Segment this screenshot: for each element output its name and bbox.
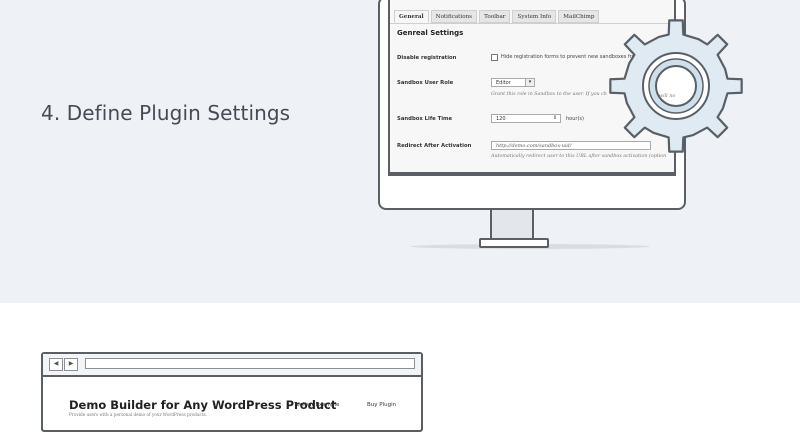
partial-hint-tail: will no <box>659 94 676 99</box>
sandbox-user-role-label: Sandbox User Role <box>397 80 454 86</box>
back-button[interactable]: ◀ <box>49 358 63 371</box>
nav-link-buy-plugin[interactable]: Buy Plugin <box>367 402 396 408</box>
settings-tabs: General Notifications Toolbar System Inf… <box>394 10 600 23</box>
sandbox-life-time-input[interactable]: 120 ⇕ <box>491 114 561 123</box>
tab-toolbar[interactable]: Toolbar <box>479 10 511 23</box>
monitor-neck <box>490 210 534 240</box>
tab-system-info[interactable]: System Info <box>512 10 557 23</box>
gear-icon <box>609 19 743 153</box>
tab-notifications[interactable]: Notifications <box>430 10 478 23</box>
sandbox-life-time-value: 120 <box>496 116 506 122</box>
chevron-down-icon: ▾ <box>525 79 534 86</box>
nav-link-toolbar-example[interactable]: Toolbar Example <box>294 402 339 408</box>
sandbox-life-time-unit: hour(s) <box>566 116 584 122</box>
tab-general[interactable]: General <box>394 10 429 23</box>
sandbox-life-time-label: Sandbox Life Time <box>397 116 453 122</box>
browser-window: ◀ ▶ Demo Builder for Any WordPress Produ… <box>41 352 423 432</box>
monitor-base <box>479 238 549 248</box>
disable-registration-label: Disable registration <box>397 55 457 61</box>
sandbox-user-role-select[interactable]: Editor ▾ <box>491 78 535 87</box>
sandbox-user-role-hint: Grant this role in Sandbox to the user. … <box>491 92 607 97</box>
forward-button[interactable]: ▶ <box>64 358 78 371</box>
tab-mailchimp[interactable]: MailChimp <box>558 10 600 23</box>
sandbox-user-role-value: Editor <box>496 80 511 86</box>
step-heading: 4. Define Plugin Settings <box>41 101 291 125</box>
section-title: Genreal Settings <box>397 29 464 37</box>
redirect-after-activation-label: Redirect After Activation <box>397 143 472 149</box>
spinner-icon[interactable]: ⇕ <box>553 116 559 121</box>
browser-toolbar: ◀ ▶ <box>43 354 421 377</box>
address-bar[interactable] <box>85 358 415 369</box>
disable-registration-checkbox[interactable] <box>491 54 498 61</box>
